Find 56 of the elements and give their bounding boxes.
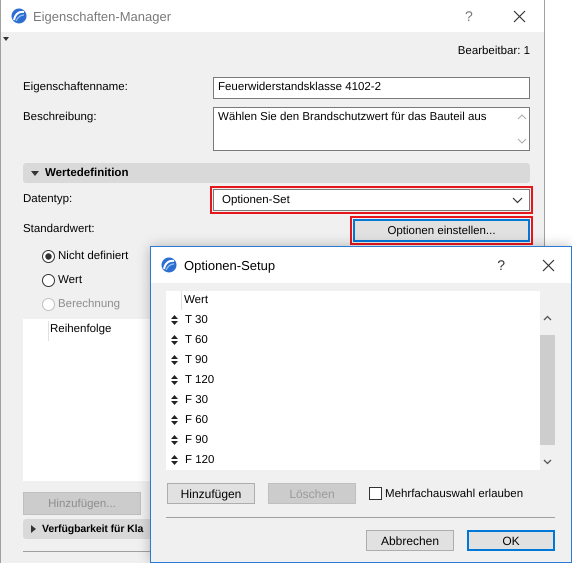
drag-handle-icon[interactable]	[171, 395, 178, 405]
app-logo-icon	[161, 257, 177, 273]
field-label: Eigenschaftenname:	[23, 80, 129, 93]
option-value: T 90	[185, 354, 208, 366]
app-logo-icon	[11, 8, 27, 24]
radio-button[interactable]	[42, 274, 55, 286]
editable-count: Bearbeitbar: 1	[456, 44, 530, 59]
section-header[interactable]: Wertedefinition	[23, 163, 530, 183]
scroll-down-icon[interactable]	[543, 459, 552, 465]
section-title: Wertedefinition	[45, 167, 128, 179]
drag-handle-icon[interactable]	[171, 455, 178, 465]
drag-handle-icon[interactable]	[171, 355, 178, 365]
checkbox-label: Mehrfachauswahl erlauben	[385, 488, 524, 500]
close-icon[interactable]	[513, 10, 526, 22]
chevron-down-icon	[512, 196, 523, 204]
collapse-triangle-icon[interactable]	[31, 170, 39, 176]
add-button: Hinzufügen...	[23, 492, 141, 515]
scroll-up-icon[interactable]	[543, 315, 552, 321]
drag-handle-icon[interactable]	[171, 315, 178, 325]
checkbox[interactable]	[369, 487, 382, 500]
help-button[interactable]: ?	[497, 257, 505, 273]
option-value: F 90	[185, 434, 208, 446]
drag-handle-icon[interactable]	[171, 415, 178, 425]
option-value: T 60	[185, 334, 208, 346]
add-button[interactable]: Hinzufügen	[167, 483, 255, 504]
help-button[interactable]: ?	[465, 8, 485, 24]
description-text: Wählen Sie den Brandschutzwert für das Bauteil aus	[218, 111, 486, 125]
column-header: Reihenfolge	[48, 321, 112, 341]
drag-handle-icon[interactable]	[171, 375, 178, 385]
option-value: F 60	[185, 414, 208, 426]
section-title: Verfügbarkeit für Kla	[42, 523, 144, 535]
window-title: Eigenschaften-Manager	[33, 8, 172, 24]
field-label: Standardwert:	[23, 222, 96, 235]
options-button[interactable]: Optionen einstellen...	[353, 219, 530, 242]
expand-triangle-icon[interactable]	[31, 525, 36, 533]
field-label: Beschreibung:	[23, 110, 98, 123]
radio-label: Nicht definiert	[58, 250, 128, 262]
scrollbar-thumb[interactable]	[540, 335, 555, 445]
radio-button[interactable]	[42, 250, 55, 262]
option-value: T 120	[185, 374, 214, 386]
option-value: F 120	[185, 454, 214, 466]
radio-label: Wert	[58, 274, 82, 286]
datatype-dropdown[interactable]: Optionen-Set	[213, 189, 530, 211]
caret-icon[interactable]	[3, 37, 9, 41]
drag-handle-icon[interactable]	[171, 435, 178, 445]
cancel-button[interactable]: Abbrechen	[366, 530, 454, 551]
option-value: F 30	[185, 394, 208, 406]
options-list[interactable]: T 30 T 60 T 90 T 120 F 30 F 60 F 90 F 120	[166, 310, 540, 470]
option-value: T 30	[185, 314, 208, 326]
name-field[interactable]: Feuerwiderstandsklasse 4102-2	[213, 77, 530, 99]
dialog-title: Optionen-Setup	[184, 258, 276, 272]
close-icon[interactable]	[542, 258, 555, 272]
radio-label: Berechnung	[58, 298, 120, 310]
ok-button[interactable]: OK	[467, 530, 555, 551]
field-label: Datentyp:	[23, 192, 74, 205]
drag-handle-icon[interactable]	[171, 335, 178, 345]
